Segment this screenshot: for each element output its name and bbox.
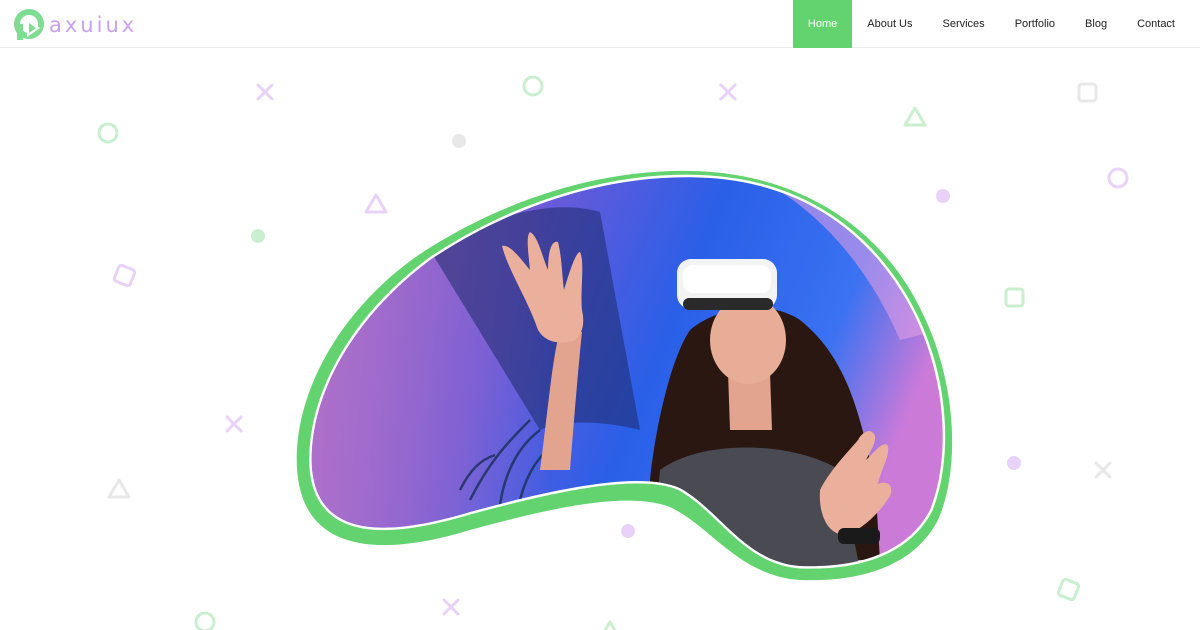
x-shape	[1094, 461, 1112, 479]
square-shape	[1056, 577, 1081, 602]
ring-shape	[194, 611, 216, 630]
main-menu: Home About Us Services Portfolio Blog Co…	[792, 0, 1190, 48]
logo[interactable]: axuiux	[14, 9, 137, 41]
ring-shape	[1107, 167, 1129, 189]
dot-shape	[1007, 456, 1021, 470]
dot-shape	[936, 189, 950, 203]
triangle-shape	[364, 193, 388, 214]
hero-section	[0, 49, 1200, 630]
square-shape	[1077, 82, 1098, 103]
nav-item-contact[interactable]: Contact	[1122, 0, 1190, 48]
square-shape	[112, 263, 137, 288]
x-shape	[225, 415, 243, 433]
dot-shape	[621, 524, 635, 538]
x-shape	[256, 83, 274, 101]
ring-shape	[97, 122, 119, 144]
x-shape	[719, 83, 737, 101]
hero-image-vr-woman	[311, 177, 943, 567]
nav-item-services[interactable]: Services	[928, 0, 1000, 48]
logo-text: axuiux	[49, 12, 138, 37]
dot-shape	[452, 134, 466, 148]
nav-item-blog[interactable]: Blog	[1070, 0, 1122, 48]
dot-shape	[251, 229, 265, 243]
triangle-shape	[603, 620, 617, 630]
nav-item-portfolio[interactable]: Portfolio	[1000, 0, 1070, 48]
triangle-shape	[107, 478, 131, 499]
nav-item-about-us[interactable]: About Us	[852, 0, 927, 48]
logo-mark-icon	[14, 9, 44, 40]
nav-item-home[interactable]: Home	[792, 0, 853, 48]
ring-shape	[522, 75, 544, 97]
x-shape	[442, 598, 460, 616]
square-shape	[1004, 287, 1025, 308]
navbar: axuiux Home About Us Services Portfolio …	[0, 0, 1200, 48]
decorative-shapes	[97, 75, 1129, 630]
triangle-shape	[903, 106, 927, 127]
